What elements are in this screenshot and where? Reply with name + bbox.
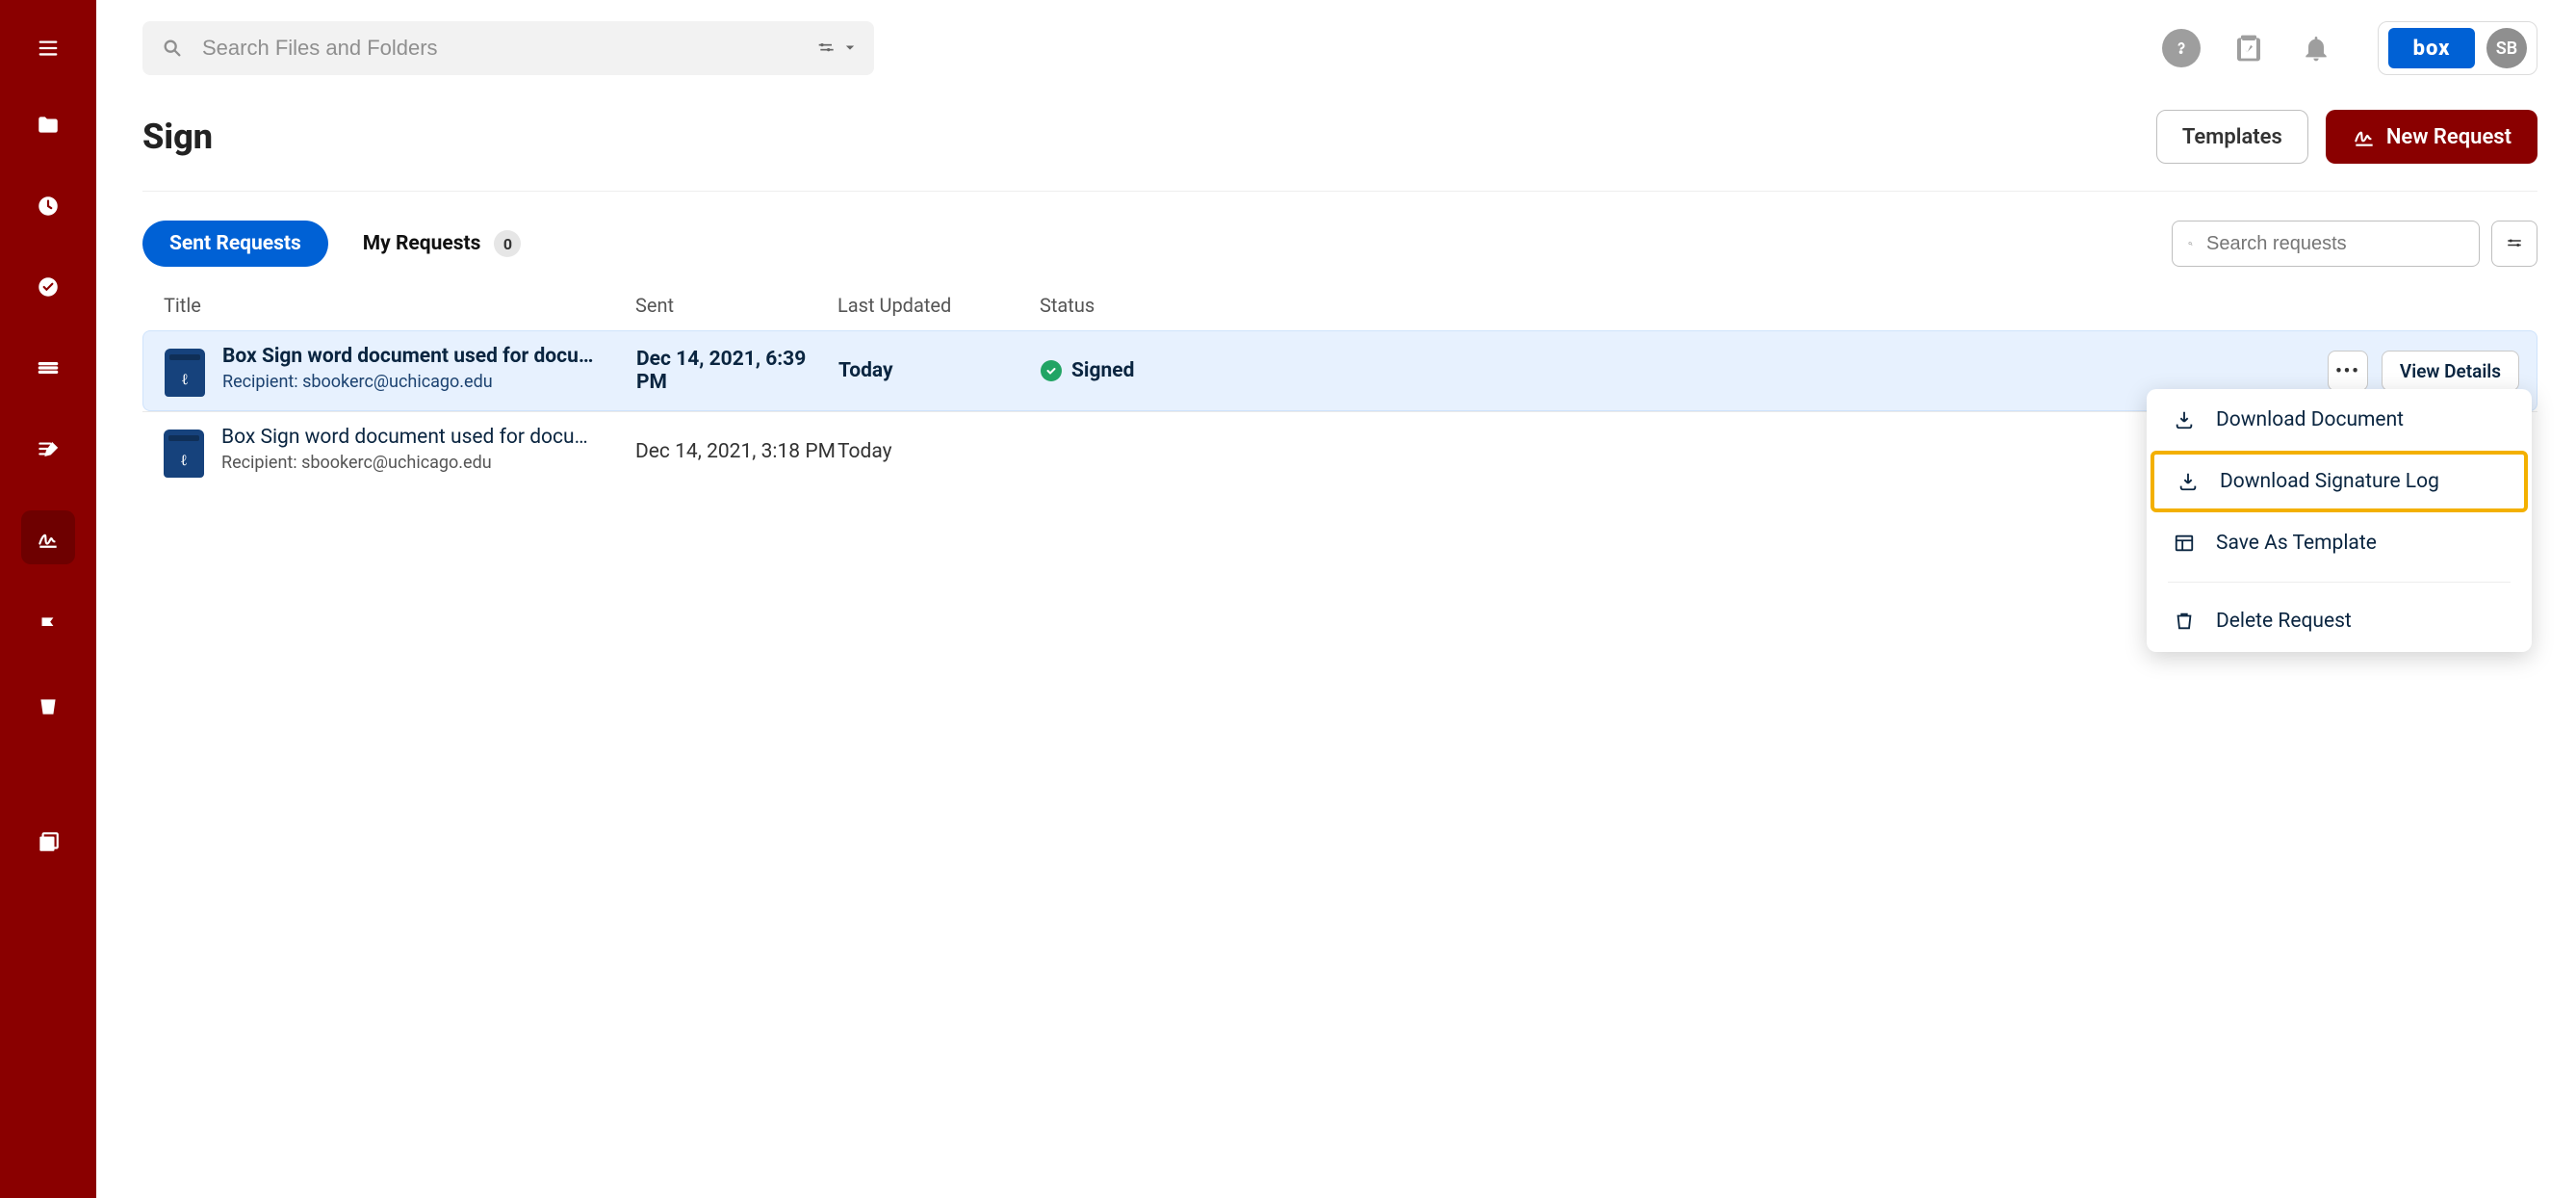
main-content: box SB Sign Templates New Request Sent R…	[96, 0, 2576, 1198]
topbar: box SB	[142, 21, 2537, 75]
tabs-row: Sent Requests My Requests 0	[142, 221, 2537, 267]
row-title: Box Sign word document used for docu…	[222, 345, 593, 368]
clock-icon[interactable]	[29, 187, 67, 225]
menu-label: Delete Request	[2216, 610, 2352, 633]
tasks-icon[interactable]	[2229, 29, 2268, 67]
page-header: Sign Templates New Request	[142, 110, 2537, 164]
page-title: Sign	[142, 117, 213, 157]
tab-my-requests-count: 0	[494, 230, 521, 257]
stack-icon[interactable]	[29, 822, 67, 861]
trash-icon	[2174, 611, 2195, 632]
menu-download-document[interactable]: Download Document	[2147, 389, 2532, 451]
row-title: Box Sign word document used for docu…	[221, 426, 588, 449]
filter-button[interactable]	[2491, 221, 2537, 267]
hamburger-icon[interactable]	[29, 29, 67, 67]
cup-icon[interactable]	[29, 688, 67, 726]
new-request-button[interactable]: New Request	[2326, 110, 2537, 164]
account-switcher[interactable]: box SB	[2378, 21, 2537, 75]
check-circle-icon[interactable]	[29, 268, 67, 306]
flag-icon[interactable]	[29, 607, 67, 645]
search-options-icon[interactable]	[814, 39, 855, 58]
global-search-input[interactable]	[200, 35, 797, 62]
download-icon	[2177, 471, 2199, 492]
menu-separator	[2168, 582, 2511, 583]
template-icon	[2174, 533, 2195, 554]
search-icon	[2188, 234, 2193, 253]
row-recipient: Recipient: sbookerc@uchicago.edu	[222, 372, 593, 392]
new-request-label: New Request	[2386, 125, 2512, 149]
col-updated: Last Updated	[837, 294, 1040, 317]
row-sent: Dec 14, 2021, 6:39 PM	[636, 348, 838, 394]
requests-search-input[interactable]	[2204, 232, 2463, 256]
menu-delete-request[interactable]: Delete Request	[2147, 590, 2532, 652]
more-button[interactable]: •••	[2328, 351, 2368, 391]
download-icon	[2174, 409, 2195, 430]
row-context-menu: Download Document Download Signature Log…	[2147, 389, 2532, 652]
signature-icon	[2352, 124, 2377, 149]
row-status: Signed	[1041, 359, 2515, 382]
view-details-button[interactable]: View Details	[2382, 351, 2519, 391]
tab-my-requests-label: My Requests	[363, 232, 481, 255]
sign-icon[interactable]	[21, 510, 75, 564]
box-logo: box	[2388, 28, 2475, 68]
menu-save-as-template[interactable]: Save As Template	[2147, 512, 2532, 574]
col-sent: Sent	[635, 294, 837, 317]
menu-download-signature-log[interactable]: Download Signature Log	[2151, 451, 2528, 512]
row-recipient: Recipient: sbookerc@uchicago.edu	[221, 453, 588, 473]
menu-label: Download Signature Log	[2220, 470, 2439, 493]
sidebar	[0, 0, 96, 1198]
help-icon[interactable]	[2162, 29, 2201, 67]
row-updated: Today	[838, 359, 1041, 382]
divider	[142, 191, 2537, 192]
search-icon	[162, 38, 183, 59]
requests-search[interactable]	[2172, 221, 2480, 267]
document-sign-icon: ℓ	[165, 349, 205, 397]
col-title: Title	[164, 294, 635, 317]
status-text: Signed	[1071, 359, 1134, 382]
row-sent: Dec 14, 2021, 3:18 PM	[635, 440, 837, 463]
templates-button[interactable]: Templates	[2156, 110, 2308, 164]
tab-sent-requests[interactable]: Sent Requests	[142, 221, 328, 267]
menu-label: Download Document	[2216, 408, 2404, 431]
check-icon	[1041, 360, 1062, 381]
col-status: Status	[1040, 294, 2516, 317]
tab-my-requests[interactable]: My Requests 0	[363, 230, 522, 257]
avatar[interactable]: SB	[2486, 28, 2527, 68]
folder-icon[interactable]	[29, 106, 67, 144]
note-edit-icon[interactable]	[29, 430, 67, 468]
row-updated: Today	[837, 440, 1040, 463]
global-search[interactable]	[142, 21, 874, 75]
lines-icon[interactable]	[29, 349, 67, 387]
table-header: Title Sent Last Updated Status	[142, 294, 2537, 330]
bell-icon[interactable]	[2297, 29, 2335, 67]
document-sign-icon: ℓ	[164, 430, 204, 478]
menu-label: Save As Template	[2216, 532, 2377, 555]
